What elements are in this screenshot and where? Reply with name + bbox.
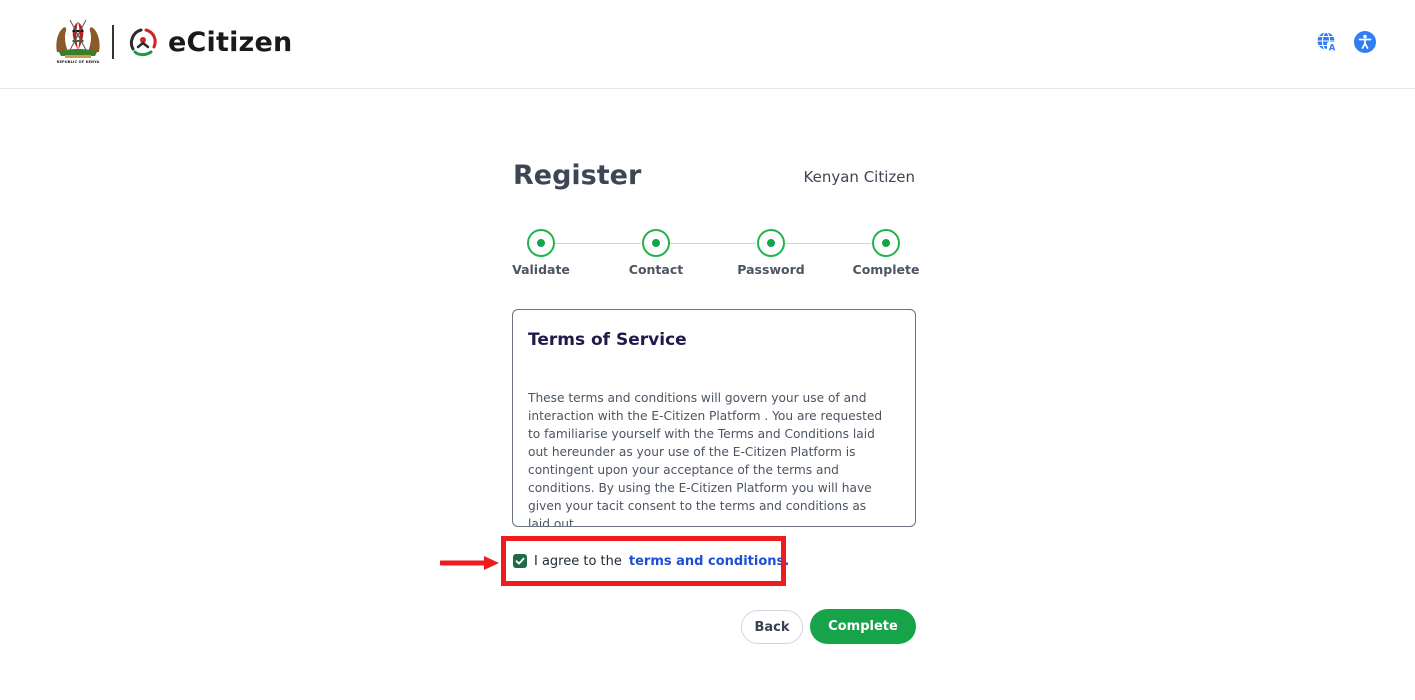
- highlight-box: [501, 536, 786, 586]
- back-button[interactable]: Back: [741, 610, 803, 644]
- complete-button[interactable]: Complete: [810, 609, 916, 644]
- step-label: Validate: [512, 262, 570, 277]
- step-complete-indicator: [872, 229, 900, 257]
- coat-of-arms-caption: REPUBLIC OF KENYA: [56, 60, 100, 64]
- registration-stepper: Validate Contact Password Complete: [512, 229, 919, 281]
- terms-body: These terms and conditions will govern y…: [528, 391, 883, 527]
- globe-language-icon: A: [1317, 31, 1337, 54]
- step-password: Password: [731, 229, 811, 277]
- brand-name: eCitizen: [168, 26, 293, 58]
- accessibility-icon: [1358, 34, 1372, 49]
- ecitizen-logo-icon: [126, 25, 160, 59]
- logo-divider: [112, 25, 114, 59]
- step-complete-indicator: [757, 229, 785, 257]
- step-label: Complete: [852, 262, 920, 277]
- language-button[interactable]: A: [1316, 31, 1338, 53]
- terms-of-service-panel[interactable]: Terms of Service These terms and conditi…: [512, 309, 916, 527]
- logo[interactable]: REPUBLIC OF KENYA eCitizen: [53, 16, 292, 68]
- accessibility-button[interactable]: [1354, 31, 1376, 53]
- step-complete-indicator: [527, 229, 555, 257]
- step-complete-indicator: [642, 229, 670, 257]
- terms-title: Terms of Service: [528, 330, 687, 350]
- page-title: Register: [513, 160, 642, 191]
- arrow-right-icon: [440, 556, 499, 570]
- step-complete: Complete: [846, 229, 926, 277]
- svg-text:A: A: [1329, 44, 1336, 54]
- step-label: Password: [737, 262, 805, 277]
- step-contact: Contact: [616, 229, 696, 277]
- registration-type: Kenyan Citizen: [803, 168, 915, 186]
- top-header: REPUBLIC OF KENYA eCitizen A: [0, 0, 1415, 89]
- step-label: Contact: [628, 262, 684, 277]
- kenya-coat-of-arms-icon: REPUBLIC OF KENYA: [53, 16, 103, 68]
- step-validate: Validate: [501, 229, 581, 277]
